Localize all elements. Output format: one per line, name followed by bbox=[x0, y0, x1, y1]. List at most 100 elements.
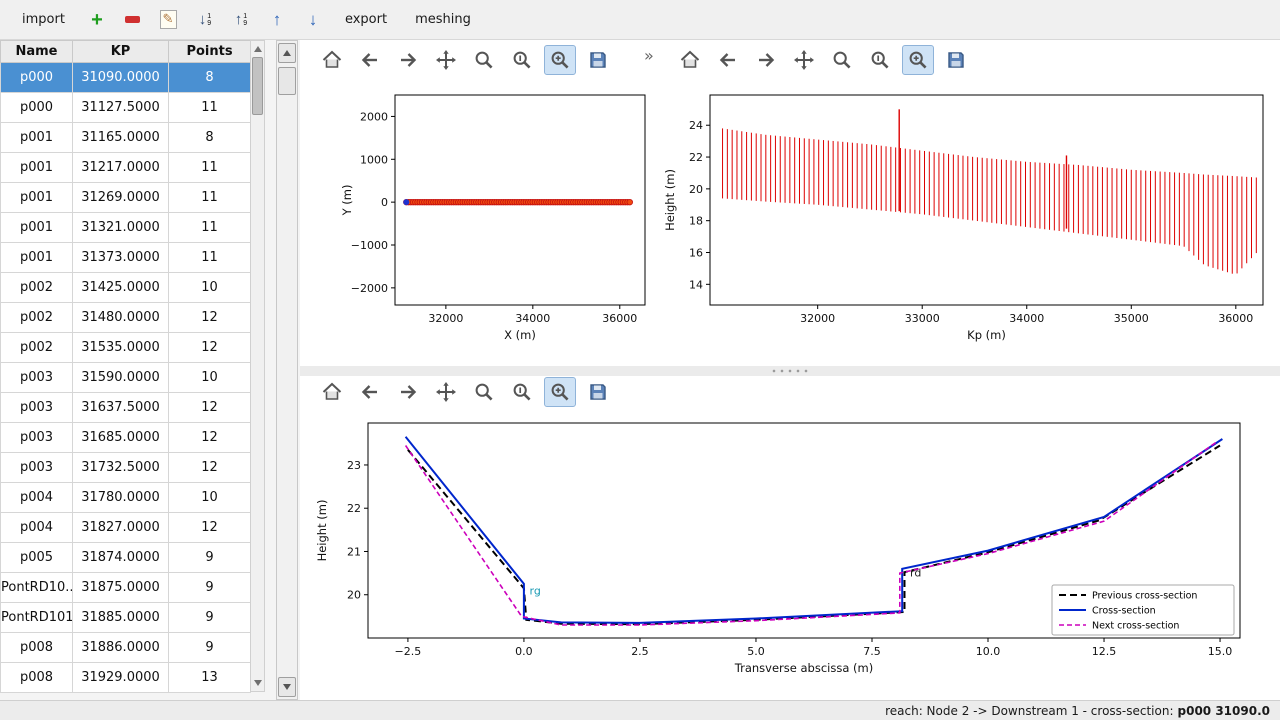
table-cell[interactable]: p002 bbox=[1, 333, 73, 363]
scroll-up-icon[interactable] bbox=[254, 46, 262, 52]
table-cell[interactable]: 31827.0000 bbox=[73, 513, 169, 543]
forward-button[interactable] bbox=[392, 377, 424, 407]
home-button[interactable] bbox=[316, 45, 348, 75]
table-row[interactable]: p00131269.000011 bbox=[1, 183, 251, 213]
table-row[interactable]: p00031090.00008 bbox=[1, 63, 251, 93]
table-cell[interactable]: 31535.0000 bbox=[73, 333, 169, 363]
table-cell[interactable]: 10 bbox=[169, 273, 251, 303]
zoom-button[interactable] bbox=[826, 45, 858, 75]
table-row[interactable]: p00131217.000011 bbox=[1, 153, 251, 183]
column-header-points[interactable]: Points bbox=[169, 41, 251, 63]
table-cell[interactable]: 31685.0000 bbox=[73, 423, 169, 453]
table-cell[interactable]: 11 bbox=[169, 183, 251, 213]
toolbar-extension-button[interactable]: » bbox=[644, 46, 654, 65]
table-cell[interactable]: 12 bbox=[169, 423, 251, 453]
table-cell[interactable]: p003 bbox=[1, 393, 73, 423]
table-cell[interactable]: p008 bbox=[1, 633, 73, 663]
import-button[interactable]: import bbox=[12, 7, 75, 32]
edit-section-button[interactable]: ✎ bbox=[155, 5, 183, 35]
table-row[interactable]: p00331590.000010 bbox=[1, 363, 251, 393]
table-cell[interactable]: 10 bbox=[169, 483, 251, 513]
table-cell[interactable]: p008 bbox=[1, 663, 73, 693]
table-cell[interactable]: p002 bbox=[1, 303, 73, 333]
sort-ascending-button[interactable]: ↑ 19 bbox=[227, 5, 255, 35]
save-button[interactable] bbox=[582, 45, 614, 75]
table-row[interactable]: p00831886.00009 bbox=[1, 633, 251, 663]
back-button[interactable] bbox=[712, 45, 744, 75]
scroll-up-button[interactable] bbox=[278, 43, 296, 63]
table-cell[interactable]: 31217.0000 bbox=[73, 153, 169, 183]
table-cell[interactable]: 12 bbox=[169, 453, 251, 483]
table-cell[interactable]: 11 bbox=[169, 213, 251, 243]
table-cell[interactable]: 31373.0000 bbox=[73, 243, 169, 273]
table-row[interactable]: p00231535.000012 bbox=[1, 333, 251, 363]
zoom-button[interactable] bbox=[468, 377, 500, 407]
table-cell[interactable]: 31732.5000 bbox=[73, 453, 169, 483]
table-cell[interactable]: 9 bbox=[169, 603, 251, 633]
table-cell[interactable]: p001 bbox=[1, 183, 73, 213]
table-cell[interactable]: 12 bbox=[169, 333, 251, 363]
table-row[interactable]: p00531874.00009 bbox=[1, 543, 251, 573]
inspect-button[interactable] bbox=[506, 45, 538, 75]
table-cell[interactable]: p003 bbox=[1, 363, 73, 393]
table-row[interactable]: PontRD10...31875.00009 bbox=[1, 573, 251, 603]
table-row[interactable]: p00431827.000012 bbox=[1, 513, 251, 543]
move-up-button[interactable]: ↑ bbox=[263, 5, 291, 35]
table-row[interactable]: p00331685.000012 bbox=[1, 423, 251, 453]
table-cell[interactable]: p004 bbox=[1, 483, 73, 513]
table-cell[interactable]: 12 bbox=[169, 303, 251, 333]
table-cell[interactable]: 31269.0000 bbox=[73, 183, 169, 213]
longitudinal-profile-chart[interactable]: 3200033000340003500036000141618202224Kp … bbox=[658, 80, 1280, 370]
table-row[interactable]: p00131321.000011 bbox=[1, 213, 251, 243]
table-row[interactable]: p00331732.500012 bbox=[1, 453, 251, 483]
plan-view-chart[interactable]: 320003400036000−2000−1000010002000X (m)Y… bbox=[305, 80, 655, 370]
table-cell[interactable]: p001 bbox=[1, 243, 73, 273]
export-button[interactable]: export bbox=[335, 7, 397, 32]
table-cell[interactable]: 9 bbox=[169, 573, 251, 603]
forward-button[interactable] bbox=[750, 45, 782, 75]
table-cell[interactable]: 31590.0000 bbox=[73, 363, 169, 393]
table-cell[interactable]: 11 bbox=[169, 93, 251, 123]
inspect-button[interactable] bbox=[864, 45, 896, 75]
table-cell[interactable]: p001 bbox=[1, 153, 73, 183]
table-cell[interactable]: 31090.0000 bbox=[73, 63, 169, 93]
table-cell[interactable]: 31425.0000 bbox=[73, 273, 169, 303]
zoom-select-button[interactable] bbox=[544, 45, 576, 75]
table-cell[interactable]: 12 bbox=[169, 393, 251, 423]
back-button[interactable] bbox=[354, 377, 386, 407]
zoom-button[interactable] bbox=[468, 45, 500, 75]
horizontal-splitter[interactable] bbox=[300, 366, 1280, 376]
forward-button[interactable] bbox=[392, 45, 424, 75]
table-cell[interactable]: 31780.0000 bbox=[73, 483, 169, 513]
table-cell[interactable]: p000 bbox=[1, 63, 73, 93]
table-row[interactable]: p00031127.500011 bbox=[1, 93, 251, 123]
table-cell[interactable]: 31874.0000 bbox=[73, 543, 169, 573]
table-cell[interactable]: p002 bbox=[1, 273, 73, 303]
table-cell[interactable]: 31885.0000 bbox=[73, 603, 169, 633]
meshing-button[interactable]: meshing bbox=[405, 7, 481, 32]
table-cell[interactable]: 9 bbox=[169, 633, 251, 663]
table-cell[interactable]: 31480.0000 bbox=[73, 303, 169, 333]
scroll-down-icon[interactable] bbox=[254, 680, 262, 686]
table-cell[interactable]: PontRD10... bbox=[1, 573, 73, 603]
table-cell[interactable]: 10 bbox=[169, 363, 251, 393]
home-button[interactable] bbox=[316, 377, 348, 407]
zoom-select-button[interactable] bbox=[902, 45, 934, 75]
table-cell[interactable]: p003 bbox=[1, 453, 73, 483]
table-cell[interactable]: 31321.0000 bbox=[73, 213, 169, 243]
add-section-button[interactable]: + bbox=[83, 5, 111, 35]
save-button[interactable] bbox=[940, 45, 972, 75]
scrollbar-thumb[interactable] bbox=[252, 57, 263, 115]
remove-section-button[interactable] bbox=[119, 5, 147, 35]
table-row[interactable]: p00331637.500012 bbox=[1, 393, 251, 423]
table-row[interactable]: p00131373.000011 bbox=[1, 243, 251, 273]
table-row[interactable]: p00231425.000010 bbox=[1, 273, 251, 303]
table-scrollbar[interactable] bbox=[250, 40, 265, 692]
table-cell[interactable]: 31165.0000 bbox=[73, 123, 169, 153]
table-cell[interactable]: 31127.5000 bbox=[73, 93, 169, 123]
back-button[interactable] bbox=[354, 45, 386, 75]
sort-descending-button[interactable]: ↓ 19 bbox=[191, 5, 219, 35]
table-cell[interactable]: 8 bbox=[169, 123, 251, 153]
scrollbar-thumb[interactable] bbox=[278, 67, 296, 95]
table-cell[interactable]: 8 bbox=[169, 63, 251, 93]
